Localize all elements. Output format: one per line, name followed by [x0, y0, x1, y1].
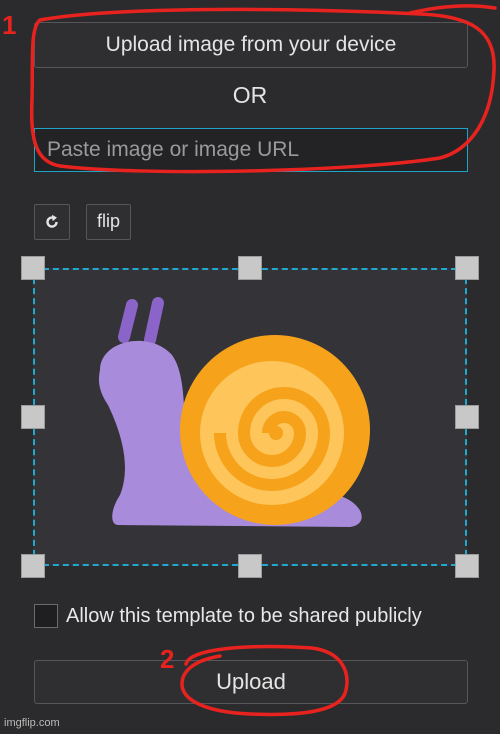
- share-publicly-checkbox[interactable]: [34, 604, 58, 628]
- crop-handle-middle-right[interactable]: [455, 405, 479, 429]
- upload-button[interactable]: Upload: [34, 660, 468, 704]
- rotate-button[interactable]: [34, 204, 70, 240]
- image-url-input[interactable]: [34, 128, 468, 172]
- crop-handle-middle-left[interactable]: [21, 405, 45, 429]
- imgflip-watermark: imgflip.com: [4, 717, 60, 729]
- upload-from-device-button[interactable]: Upload image from your device: [34, 22, 468, 68]
- crop-handle-bottom-middle[interactable]: [238, 554, 262, 578]
- annotation-number-1: 1: [2, 10, 16, 40]
- or-separator: OR: [232, 82, 268, 108]
- crop-handle-top-left[interactable]: [21, 256, 45, 280]
- rotate-icon: [46, 214, 58, 228]
- flip-button[interactable]: flip: [86, 204, 131, 240]
- crop-handle-bottom-right[interactable]: [455, 554, 479, 578]
- crop-handle-bottom-left[interactable]: [21, 554, 45, 578]
- crop-handle-top-right[interactable]: [455, 256, 479, 280]
- share-publicly-label: Allow this template to be shared publicl…: [66, 605, 422, 627]
- crop-handle-top-middle[interactable]: [238, 256, 262, 280]
- crop-selection[interactable]: [33, 268, 467, 566]
